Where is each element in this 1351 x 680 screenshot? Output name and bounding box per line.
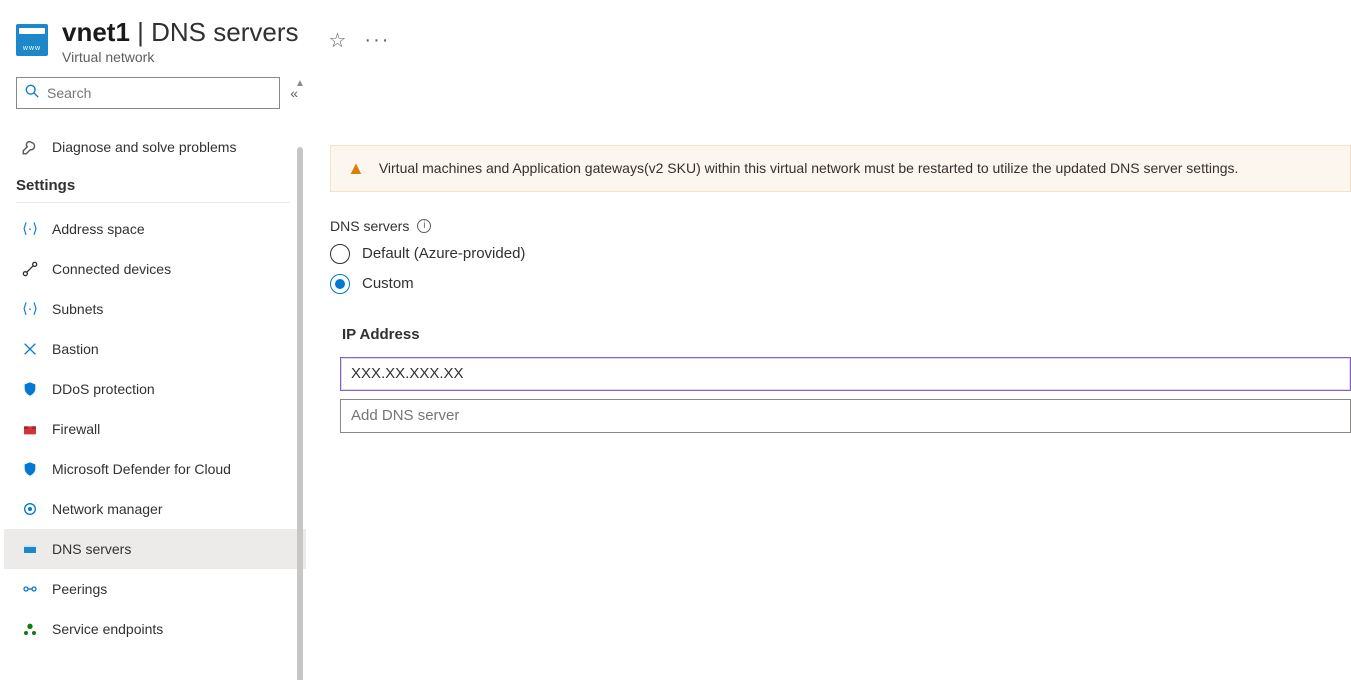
subnets-icon: ⟨·⟩: [20, 300, 40, 317]
network-manager-icon: [20, 501, 40, 517]
sidebar-item-defender[interactable]: Microsoft Defender for Cloud: [16, 449, 306, 489]
search-icon: [25, 84, 39, 101]
dns-icon: [20, 541, 40, 557]
scroll-thumb[interactable]: [297, 147, 303, 680]
more-actions-icon[interactable]: ···: [364, 29, 390, 52]
sidebar-search[interactable]: [16, 77, 280, 109]
search-input[interactable]: [45, 84, 271, 102]
sidebar-item-ddos[interactable]: DDoS protection: [16, 369, 306, 409]
radio-custom[interactable]: Custom: [330, 274, 1351, 294]
sidebar-item-label: Service endpoints: [52, 621, 163, 637]
sidebar-item-label: Subnets: [52, 301, 103, 317]
header-title-block: vnet1 | DNS servers Virtual network: [62, 18, 298, 65]
sidebar-item-dns-servers[interactable]: DNS servers: [4, 529, 306, 569]
vnet-icon: www: [16, 24, 48, 56]
dns-servers-label: DNS servers: [330, 218, 409, 234]
service-endpoints-icon: [20, 621, 40, 637]
sidebar-item-label: DDoS protection: [52, 381, 155, 397]
wrench-icon: [20, 138, 40, 156]
sidebar-item-label: Network manager: [52, 501, 163, 517]
radio-circle-icon: [330, 274, 350, 294]
peerings-icon: [20, 581, 40, 597]
sidebar-item-subnets[interactable]: ⟨·⟩ Subnets: [16, 289, 306, 329]
radio-label: Custom: [362, 275, 414, 292]
sidebar-item-firewall[interactable]: Firewall: [16, 409, 306, 449]
title-separator: |: [130, 17, 151, 47]
blade-header: www vnet1 | DNS servers Virtual network …: [0, 0, 1351, 77]
sidebar-scrollbar[interactable]: ▲: [294, 77, 306, 680]
ddos-icon: [20, 381, 40, 397]
ip-address-heading: IP Address: [342, 326, 1351, 343]
connected-devices-icon: [20, 261, 40, 277]
warning-text: Virtual machines and Application gateway…: [379, 160, 1239, 176]
main-content: ▲ Virtual machines and Application gatew…: [306, 77, 1351, 680]
resource-name: vnet1: [62, 17, 130, 47]
sidebar-section-settings: Settings: [16, 167, 290, 203]
sidebar-item-connected-devices[interactable]: Connected devices: [16, 249, 306, 289]
sidebar-item-peerings[interactable]: Peerings: [16, 569, 306, 609]
sidebar-item-label: DNS servers: [52, 541, 131, 557]
add-dns-server-input[interactable]: [340, 399, 1351, 433]
sidebar-item-label: Address space: [52, 221, 145, 237]
sidebar-item-network-manager[interactable]: Network manager: [16, 489, 306, 529]
favorite-star-icon[interactable]: ☆: [328, 28, 346, 53]
address-space-icon: ⟨·⟩: [20, 220, 40, 237]
dns-servers-label-row: DNS servers i: [330, 218, 1351, 234]
warning-icon: ▲: [347, 158, 365, 179]
radio-circle-icon: [330, 244, 350, 264]
scroll-up-icon[interactable]: ▲: [294, 77, 306, 91]
info-icon[interactable]: i: [417, 219, 431, 233]
sidebar-item-label: Firewall: [52, 421, 100, 437]
warning-banner: ▲ Virtual machines and Application gatew…: [330, 145, 1351, 192]
resource-type: Virtual network: [62, 49, 298, 65]
bastion-icon: [20, 341, 40, 357]
sidebar: « Diagnose and solve problems Settings ⟨…: [0, 77, 306, 680]
sidebar-item-diagnose[interactable]: Diagnose and solve problems: [16, 127, 306, 167]
page-title: vnet1 | DNS servers: [62, 18, 298, 47]
firewall-icon: [20, 421, 40, 437]
sidebar-item-bastion[interactable]: Bastion: [16, 329, 306, 369]
sidebar-item-label: Connected devices: [52, 261, 171, 277]
sidebar-item-address-space[interactable]: ⟨·⟩ Address space: [16, 209, 306, 249]
sidebar-item-label: Peerings: [52, 581, 107, 597]
defender-icon: [20, 461, 40, 477]
sidebar-item-label: Bastion: [52, 341, 99, 357]
sidebar-item-label: Microsoft Defender for Cloud: [52, 461, 231, 477]
sidebar-item-service-endpoints[interactable]: Service endpoints: [16, 609, 306, 649]
radio-default[interactable]: Default (Azure-provided): [330, 244, 1351, 264]
radio-label: Default (Azure-provided): [362, 245, 525, 262]
blade-name: DNS servers: [151, 17, 298, 47]
sidebar-item-label: Diagnose and solve problems: [52, 139, 236, 155]
ip-address-input[interactable]: [340, 357, 1351, 391]
